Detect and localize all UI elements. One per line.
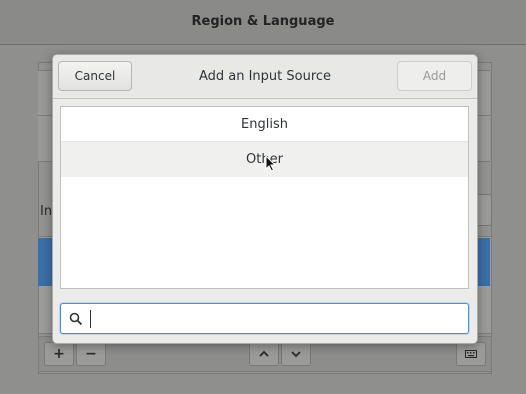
- search-icon: [69, 312, 83, 326]
- add-label: +: [53, 346, 65, 362]
- parent-window-title: Region & Language: [191, 14, 335, 29]
- remove-input-source-button: −: [76, 342, 106, 366]
- add-input-source-button: +: [44, 342, 74, 366]
- list-item-english[interactable]: English: [61, 107, 468, 142]
- chevron-down-icon: [291, 351, 301, 358]
- keyboard-layout-button: [456, 342, 486, 366]
- dialog-title: Add an Input Source: [198, 69, 332, 84]
- text-caret: [90, 310, 91, 328]
- remove-label: −: [85, 346, 97, 362]
- move-up-button: [249, 342, 279, 366]
- parent-headerbar: Region & Language: [0, 0, 526, 45]
- dialog-headerbar: Cancel Add an Input Source Add: [53, 55, 477, 99]
- mouse-pointer-icon: [265, 155, 276, 172]
- search-field[interactable]: [60, 303, 469, 334]
- parent-selected-row-right: [476, 238, 490, 286]
- chevron-up-icon: [259, 350, 269, 357]
- cancel-button[interactable]: Cancel: [58, 61, 132, 91]
- search-input[interactable]: [89, 308, 459, 330]
- add-button[interactable]: Add: [397, 61, 472, 91]
- keyboard-icon: [465, 350, 477, 358]
- move-down-button: [281, 342, 311, 366]
- input-source-list[interactable]: English Other: [60, 106, 469, 289]
- parent-selected-row-left: [38, 238, 52, 286]
- parent-section-label: In: [40, 204, 53, 219]
- list-item-label: English: [241, 116, 288, 132]
- add-input-source-dialog: Cancel Add an Input Source Add English O…: [52, 54, 478, 344]
